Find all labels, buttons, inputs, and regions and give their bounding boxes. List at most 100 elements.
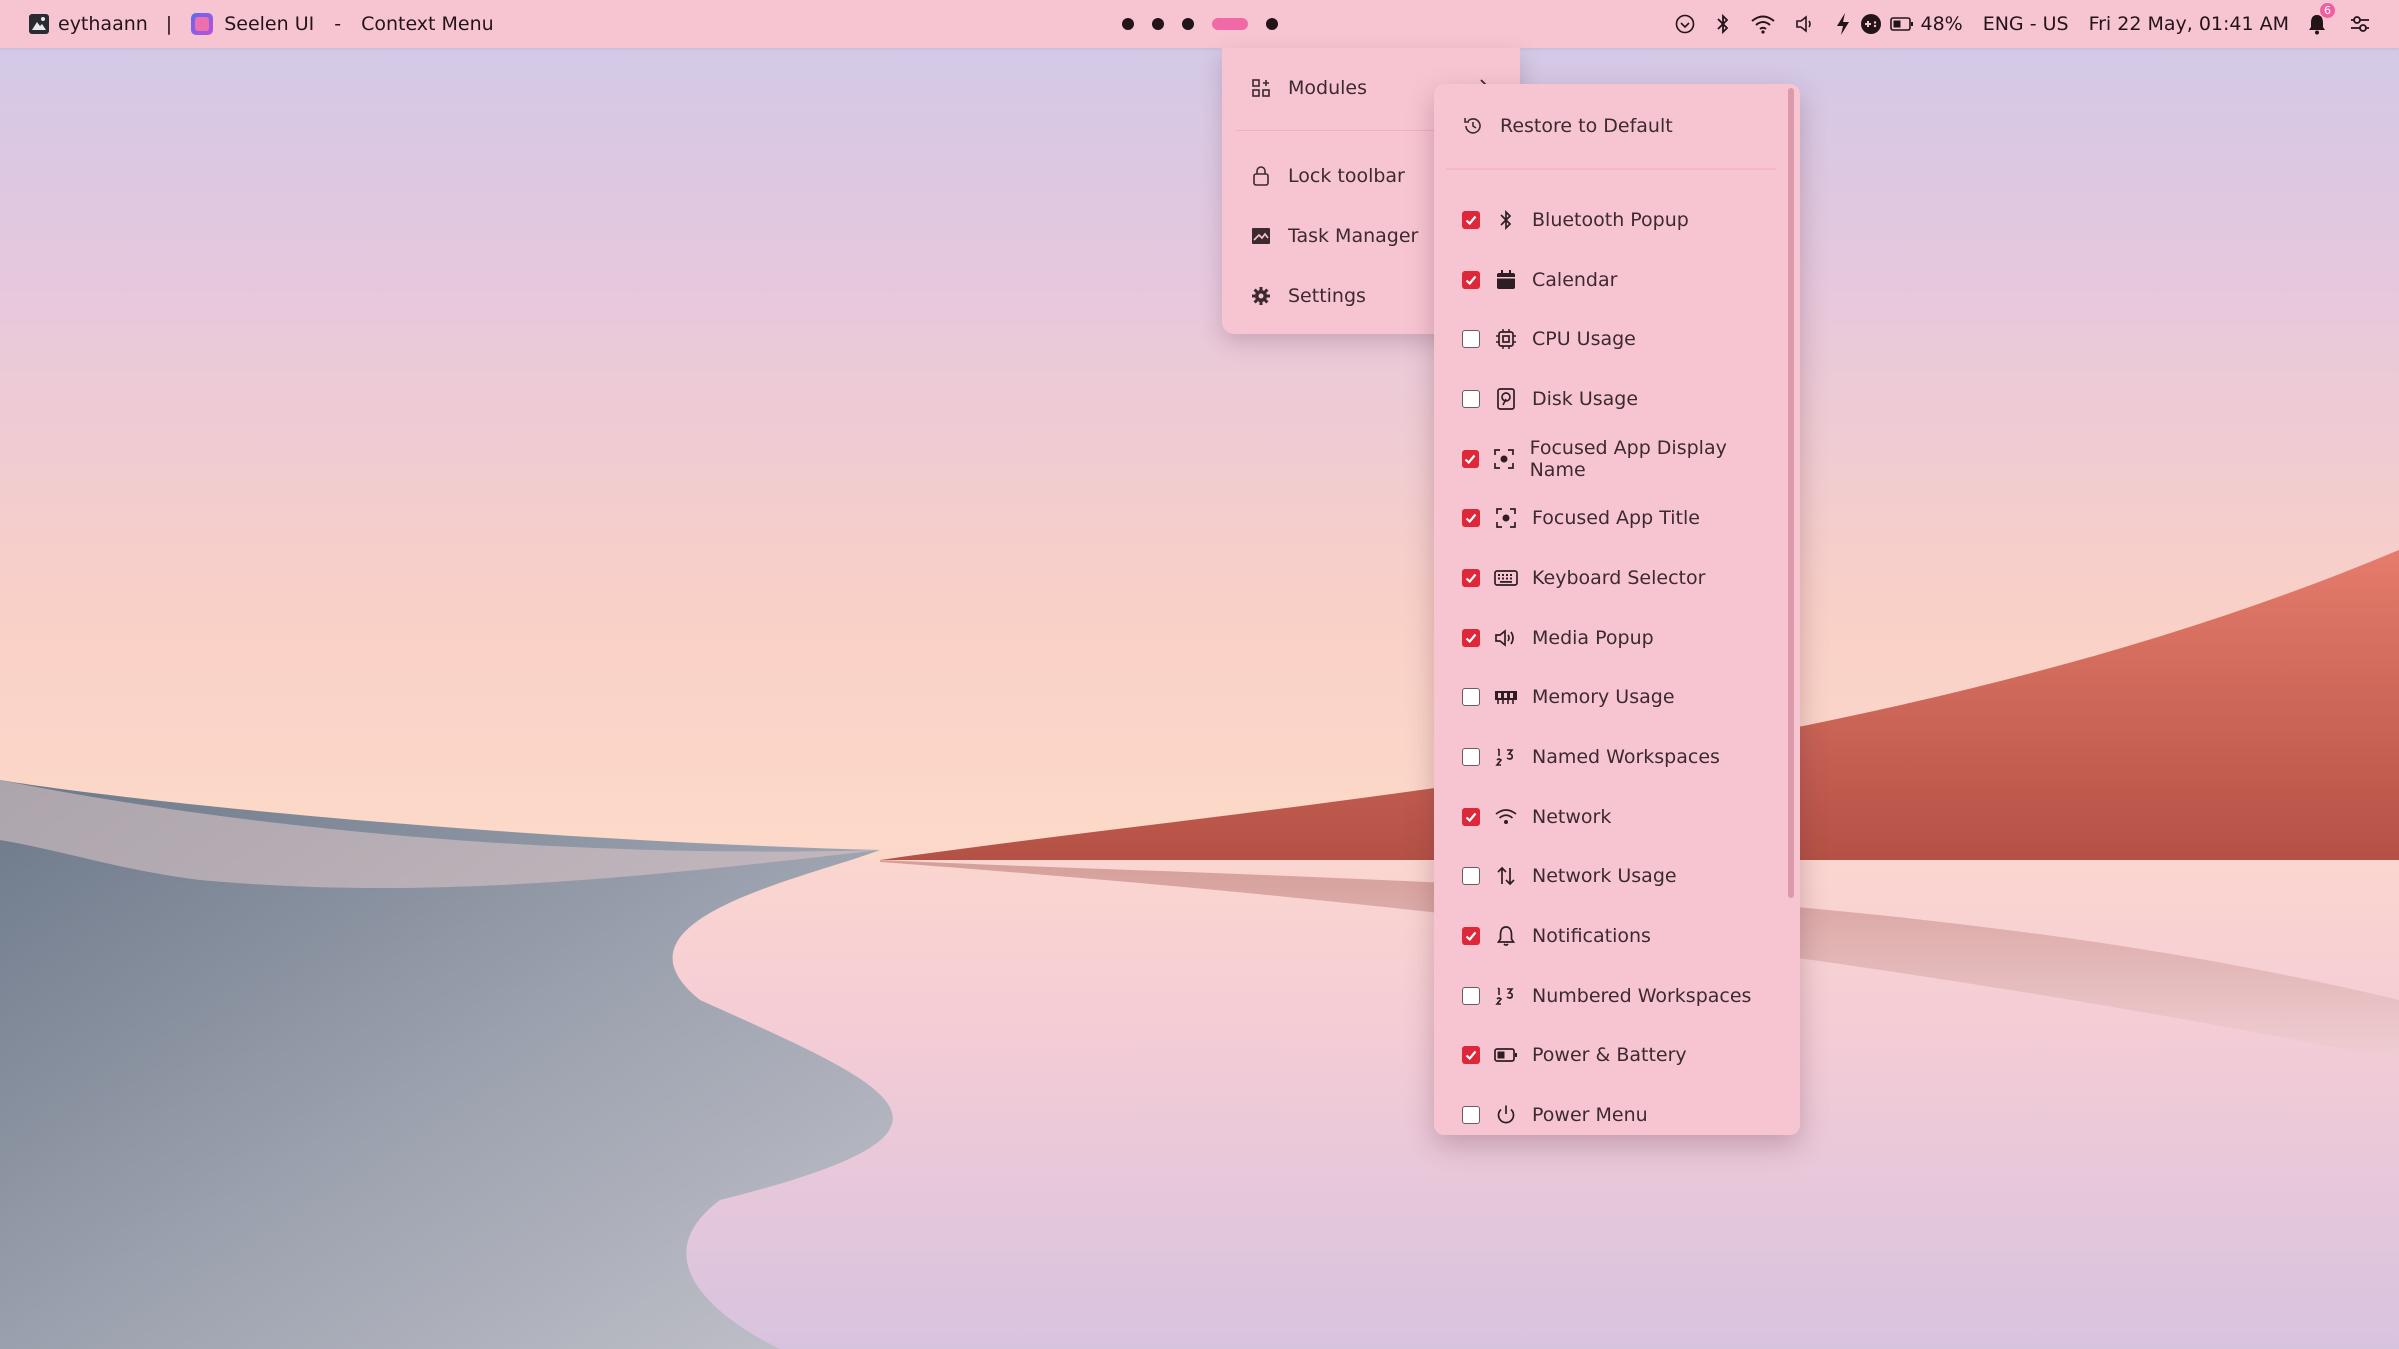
bell-icon: [1494, 924, 1518, 948]
checkbox-checked[interactable]: [1462, 449, 1479, 468]
modules-submenu: Restore to Default Bluetooth Popup Calend…: [1434, 84, 1800, 1135]
cpu-icon: [1494, 327, 1518, 351]
top-toolbar: eythaann | Seelen UI - Context Menu 48% …: [0, 0, 2399, 48]
workspaces-icon: [1494, 984, 1518, 1008]
volume-icon[interactable]: [1794, 13, 1816, 35]
workspace-4-active[interactable]: [1212, 18, 1248, 30]
speaker-icon: [1494, 626, 1518, 650]
battery-icon: [1494, 1043, 1518, 1067]
module-label: Focused App Display Name: [1529, 436, 1727, 481]
module-label: Named Workspaces: [1532, 746, 1720, 769]
module-label: CPU Usage: [1532, 328, 1636, 351]
module-label: Calendar: [1532, 268, 1618, 291]
focus-icon: [1494, 506, 1518, 530]
module-toggle-power-menu[interactable]: Power Menu: [1434, 1085, 1774, 1135]
checkbox-checked[interactable]: [1462, 270, 1480, 289]
wifi-icon[interactable]: [1750, 13, 1776, 35]
wifi-icon: [1494, 805, 1518, 829]
menu-item-label: Settings: [1288, 285, 1366, 307]
module-toggle-focused-app-display-name[interactable]: Focused App Display Name: [1434, 429, 1774, 489]
disk-icon: [1494, 387, 1518, 411]
module-toggle-disk-usage[interactable]: Disk Usage: [1434, 369, 1774, 429]
restore-icon: [1462, 115, 1484, 137]
workspace-1[interactable]: [1122, 18, 1134, 30]
module-toggle-named-workspaces[interactable]: Named Workspaces: [1434, 727, 1774, 787]
workspace-3[interactable]: [1182, 18, 1194, 30]
module-toggle-notifications[interactable]: Notifications: [1434, 906, 1774, 966]
workspace-2[interactable]: [1152, 18, 1164, 30]
module-toggle-bluetooth-popup[interactable]: Bluetooth Popup: [1434, 190, 1774, 250]
menu-item-label: Task Manager: [1288, 225, 1419, 247]
checkbox-unchecked[interactable]: [1462, 688, 1480, 707]
checkbox-checked[interactable]: [1462, 1046, 1480, 1065]
keyboard-icon: [1494, 566, 1518, 590]
focus-icon: [1493, 447, 1516, 471]
menu-item-label: Modules: [1288, 77, 1367, 99]
checkbox-checked[interactable]: [1462, 210, 1480, 229]
user-avatar-icon[interactable]: [28, 13, 50, 35]
module-toggle-network[interactable]: Network: [1434, 787, 1774, 847]
module-toggle-calendar[interactable]: Calendar: [1434, 250, 1774, 310]
charging-icon[interactable]: [1834, 12, 1852, 36]
bluetooth-icon[interactable]: [1714, 13, 1732, 35]
module-label: Network Usage: [1532, 865, 1677, 888]
battery-icon[interactable]: [1890, 16, 1914, 32]
toolbar-left-section: eythaann | Seelen UI - Context Menu: [28, 0, 494, 48]
submenu-divider: [1446, 168, 1776, 170]
checkbox-unchecked[interactable]: [1462, 389, 1480, 408]
calendar-icon: [1494, 268, 1518, 292]
keyboard-selector[interactable]: ENG - US: [1983, 13, 2069, 35]
seelen-app-icon: [190, 12, 214, 36]
module-label: Network: [1532, 805, 1612, 828]
module-label: Bluetooth Popup: [1532, 208, 1689, 231]
settings-toggle-icon[interactable]: [2349, 14, 2371, 34]
checkbox-checked[interactable]: [1462, 509, 1480, 528]
title-separator: -: [334, 13, 342, 35]
module-toggle-focused-app-title[interactable]: Focused App Title: [1434, 488, 1774, 548]
menu-item-label: Lock toolbar: [1288, 165, 1405, 187]
bluetooth-icon: [1494, 208, 1518, 232]
user-name[interactable]: eythaann: [58, 13, 148, 35]
module-label: Power Menu: [1532, 1104, 1648, 1127]
module-toggle-power-and-battery[interactable]: Power & Battery: [1434, 1026, 1774, 1086]
up-down-arrows-icon: [1494, 864, 1518, 888]
toolbar-right-section: 48% ENG - US Fri 22 May, 01:41 AM 6: [1656, 0, 2371, 48]
restore-default-button[interactable]: Restore to Default: [1434, 84, 1800, 168]
submenu-scrollbar[interactable]: [1786, 88, 1796, 1131]
module-label: Disk Usage: [1532, 387, 1639, 410]
module-toggle-keyboard-selector[interactable]: Keyboard Selector: [1434, 548, 1774, 608]
workspace-5[interactable]: [1266, 18, 1278, 30]
bell-icon[interactable]: 6: [2307, 3, 2335, 35]
module-toggle-media-popup[interactable]: Media Popup: [1434, 608, 1774, 668]
title-divider: |: [165, 13, 173, 35]
workspaces-indicator: [1122, 0, 1296, 48]
module-toggle-cpu-usage[interactable]: CPU Usage: [1434, 309, 1774, 369]
module-label: Notifications: [1532, 925, 1651, 948]
checkbox-checked[interactable]: [1462, 927, 1480, 946]
module-label: Power & Battery: [1532, 1044, 1687, 1067]
checkbox-checked[interactable]: [1462, 628, 1480, 647]
module-label: Memory Usage: [1532, 686, 1675, 709]
date-time[interactable]: Fri 22 May, 01:41 AM: [2089, 13, 2289, 35]
focused-app-name[interactable]: Seelen UI: [224, 13, 314, 35]
memory-icon: [1494, 685, 1518, 709]
focused-app-title[interactable]: Context Menu: [361, 13, 494, 35]
module-toggle-network-usage[interactable]: Network Usage: [1434, 847, 1774, 907]
checkbox-unchecked[interactable]: [1462, 748, 1480, 767]
grid-add-icon: [1250, 77, 1272, 99]
checkbox-checked[interactable]: [1462, 807, 1480, 826]
checkbox-unchecked[interactable]: [1462, 986, 1480, 1005]
module-toggle-numbered-workspaces[interactable]: Numbered Workspaces: [1434, 966, 1774, 1026]
desktop-wallpaper: [0, 0, 2399, 1349]
module-list: Bluetooth Popup Calendar CPU Usage Disk Usa…: [1434, 190, 1774, 1135]
battery-percent[interactable]: 48%: [1920, 13, 1962, 35]
media-icon[interactable]: [1674, 13, 1696, 35]
checkbox-checked[interactable]: [1462, 568, 1480, 587]
checkbox-unchecked[interactable]: [1462, 330, 1480, 349]
gamepad-icon[interactable]: [1860, 13, 1882, 35]
module-toggle-memory-usage[interactable]: Memory Usage: [1434, 668, 1774, 728]
checkbox-unchecked[interactable]: [1462, 1106, 1480, 1125]
checkbox-unchecked[interactable]: [1462, 867, 1480, 886]
scrollbar-thumb[interactable]: [1788, 88, 1794, 898]
module-label: Focused App Title: [1532, 507, 1700, 530]
